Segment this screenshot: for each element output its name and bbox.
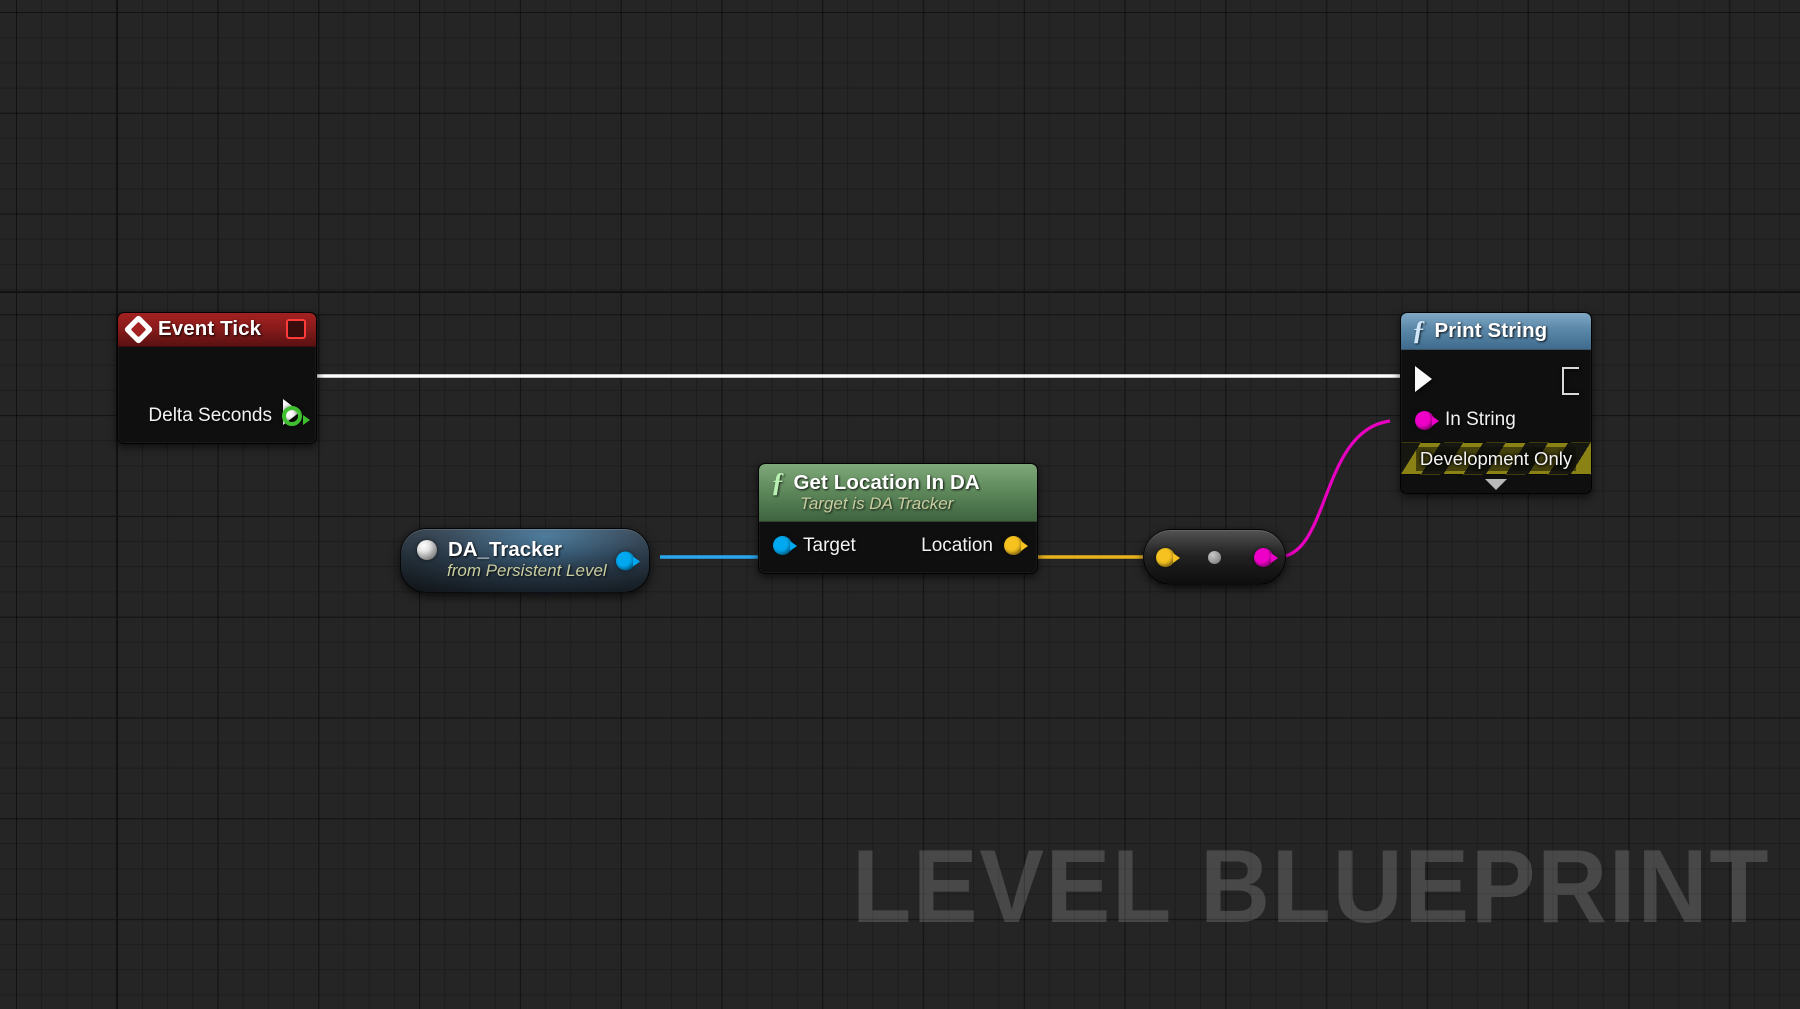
node-event-tick[interactable]: Event Tick Delta Seconds: [117, 312, 317, 444]
chevron-down-icon: [1485, 479, 1507, 490]
da-tracker-output-pin[interactable]: [616, 551, 640, 570]
print-string-rows: In String: [1401, 350, 1591, 442]
event-tick-title: Event Tick: [158, 317, 262, 340]
event-stop-badge[interactable]: [286, 319, 306, 339]
node-get-location-in-da[interactable]: ƒ Get Location In DA Target is DA Tracke…: [758, 463, 1038, 574]
development-only-label: Development Only: [1415, 446, 1577, 471]
event-diamond-icon: [123, 314, 154, 344]
print-string-expand-toggle[interactable]: [1401, 475, 1591, 493]
print-string-body[interactable]: ƒ Print String In String Development Onl…: [1400, 312, 1592, 494]
event-tick-rows: Delta Seconds: [118, 347, 316, 443]
print-string-title: Print String: [1434, 318, 1548, 342]
blueprint-graph-canvas[interactable]: Event Tick Delta Seconds DA_Tracker from…: [0, 0, 1800, 1009]
delta-seconds-label: Delta Seconds: [148, 405, 272, 426]
event-tick-body[interactable]: Event Tick Delta Seconds: [117, 312, 317, 444]
string-wire-convert-to-instring: [1277, 419, 1391, 559]
graph-origin-horizontal-axis: [0, 291, 1800, 293]
node-print-string[interactable]: ƒ Print String In String Development Onl…: [1400, 312, 1592, 494]
get-location-target-input-pin[interactable]: [773, 536, 797, 555]
get-location-pin-row: Target Location: [759, 526, 1037, 565]
conversion-dot-icon: [1208, 550, 1221, 564]
convert-node-body[interactable]: [1143, 529, 1286, 585]
da-tracker-body[interactable]: DA_Tracker from Persistent Level: [400, 528, 650, 593]
da-tracker-subtitle: from Persistent Level: [447, 561, 607, 580]
get-location-header[interactable]: ƒ Get Location In DA Target is DA Tracke…: [759, 464, 1037, 522]
function-f-icon: ƒ: [1412, 315, 1426, 345]
get-location-location-output-pin[interactable]: [1004, 536, 1028, 555]
get-location-subtitle: Target is DA Tracker: [800, 494, 954, 513]
print-string-instring-input-pin[interactable]: [1415, 410, 1439, 430]
level-blueprint-watermark: LEVEL BLUEPRINT: [851, 829, 1770, 945]
get-location-rows: Target Location: [759, 522, 1037, 573]
print-string-instring-label: In String: [1445, 409, 1516, 430]
get-location-target-label: Target: [803, 534, 856, 556]
get-location-location-label: Location: [921, 534, 993, 556]
development-only-banner: Development Only: [1401, 442, 1591, 475]
get-location-body[interactable]: ƒ Get Location In DA Target is DA Tracke…: [758, 463, 1038, 574]
event-tick-header[interactable]: Event Tick: [118, 313, 316, 347]
function-f-icon: ƒ: [771, 467, 785, 497]
node-vector-to-string-convert[interactable]: [1143, 529, 1286, 585]
print-string-header[interactable]: ƒ Print String: [1401, 313, 1591, 350]
get-location-title: Get Location In DA: [793, 470, 980, 494]
convert-input-pin[interactable]: [1156, 547, 1180, 567]
da-tracker-title: DA_Tracker: [448, 538, 562, 561]
event-tick-delta-seconds-row[interactable]: Delta Seconds: [148, 405, 310, 427]
print-string-exec-input-pin[interactable]: [1415, 366, 1432, 392]
node-da-tracker[interactable]: DA_Tracker from Persistent Level: [400, 528, 650, 593]
delta-seconds-output-pin[interactable]: [282, 406, 310, 426]
object-sphere-icon: [417, 540, 437, 560]
print-string-exec-output-pin[interactable]: [1562, 367, 1577, 391]
da-tracker-title-row: DA_Tracker: [417, 538, 633, 562]
graph-origin-vertical-axis: [116, 0, 118, 1009]
print-string-instring-row: In String: [1401, 400, 1591, 440]
print-string-exec-row: [1401, 358, 1591, 400]
convert-output-pin[interactable]: [1254, 547, 1278, 567]
